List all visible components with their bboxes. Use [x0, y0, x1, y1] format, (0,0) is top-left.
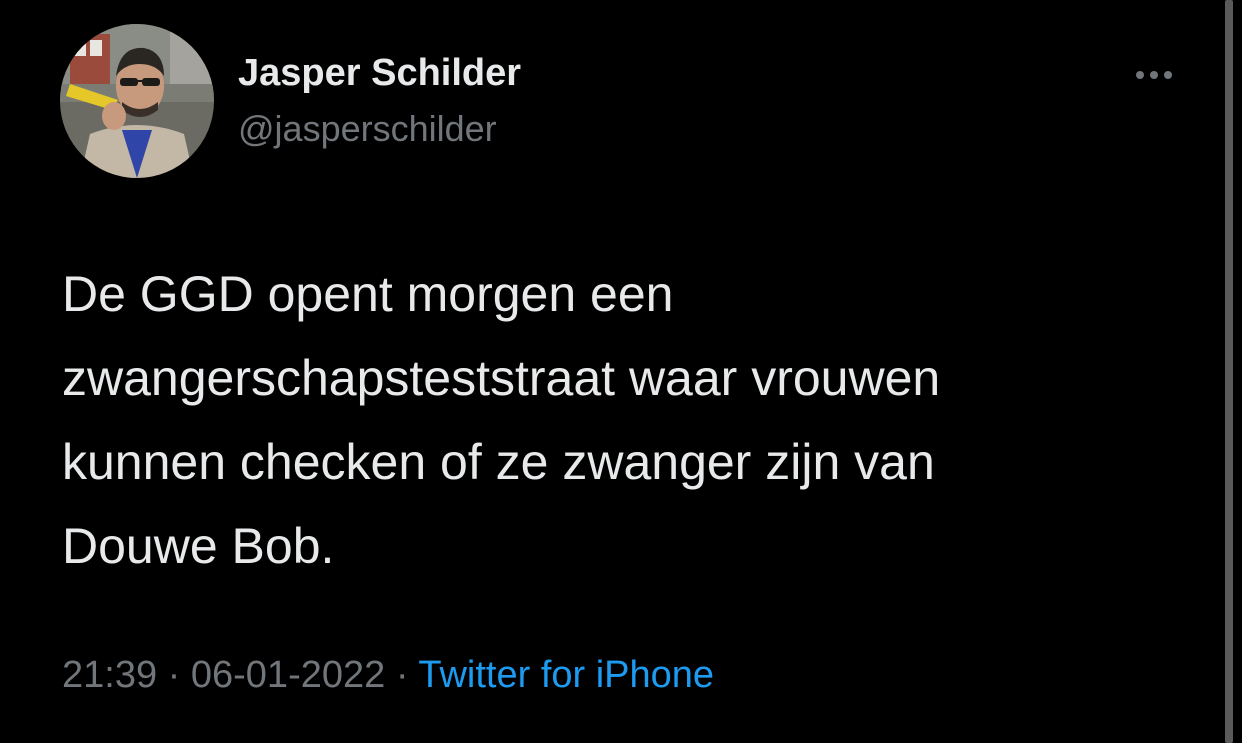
tweet-text-line: De GGD opent morgen een	[62, 266, 674, 322]
scrollbar[interactable]	[1222, 0, 1242, 743]
ellipsis-icon	[1136, 71, 1172, 79]
tweet-text-line: Douwe Bob.	[62, 518, 335, 574]
tweet-date[interactable]: 06-01-2022	[191, 654, 385, 696]
tweet-text-line: zwangerschapsteststraat waar vrouwen	[62, 350, 941, 406]
tweet-meta: 21:39 · 06-01-2022 · Twitter for iPhone	[62, 654, 714, 697]
meta-separator: ·	[167, 654, 181, 696]
more-options-button[interactable]	[1126, 58, 1182, 92]
tweet-text-line: kunnen checken of ze zwanger zijn van	[62, 434, 935, 490]
tweet-text: De GGD opent morgen een zwangerschapstes…	[62, 252, 1192, 588]
scrollbar-thumb[interactable]	[1225, 0, 1233, 743]
profile-photo-icon	[60, 24, 214, 178]
author-handle[interactable]: @jasperschilder	[238, 108, 497, 150]
avatar[interactable]	[60, 24, 214, 178]
meta-separator: ·	[395, 654, 409, 696]
tweet-time[interactable]: 21:39	[62, 654, 157, 696]
tweet-source-link[interactable]: Twitter for iPhone	[418, 654, 714, 696]
tweet-card: Jasper Schilder @jasperschilder De GGD o…	[0, 0, 1222, 743]
author-name[interactable]: Jasper Schilder	[238, 52, 521, 95]
